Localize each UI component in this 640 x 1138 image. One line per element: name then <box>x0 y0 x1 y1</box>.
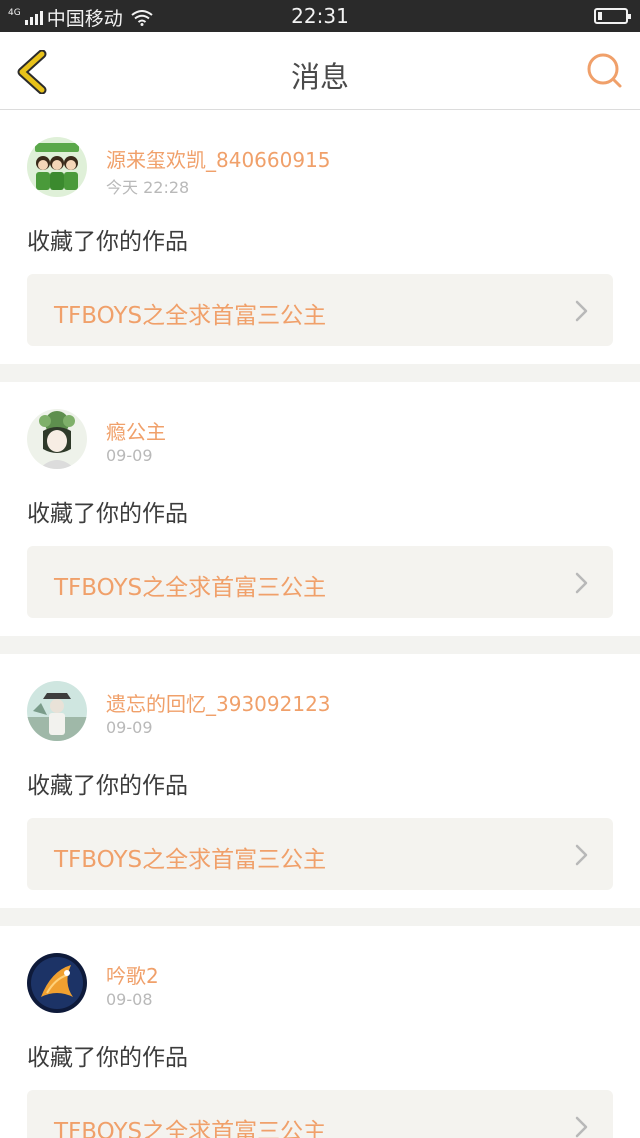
work-link[interactable]: TFBOYS之全求首富三公主 <box>27 274 613 346</box>
action-text: 收藏了你的作品 <box>27 1045 188 1071</box>
avatar[interactable] <box>27 953 87 1013</box>
username[interactable]: 吟歌2 <box>106 960 159 989</box>
message-time: 今天 22:28 <box>106 178 190 197</box>
message-header: 遗忘的回忆_393092123 09-09 <box>27 654 613 756</box>
message-time: 09-09 <box>106 718 153 737</box>
chevron-right-icon <box>575 300 588 322</box>
message-list: 源来玺欢凯_840660915 今天 22:28 收藏了你的作品 TFBOYS之… <box>0 110 640 1138</box>
item-separator <box>0 364 640 382</box>
avatar[interactable] <box>27 137 87 197</box>
message-time: 09-08 <box>106 990 153 1009</box>
chevron-right-icon <box>575 1116 588 1138</box>
work-link[interactable]: TFBOYS之全求首富三公主 <box>27 1090 613 1138</box>
message-item: 瘾公主 09-09 收藏了你的作品 TFBOYS之全求首富三公主 <box>0 382 640 618</box>
message-time: 09-09 <box>106 446 153 465</box>
action-text: 收藏了你的作品 <box>27 229 188 255</box>
message-header: 源来玺欢凯_840660915 今天 22:28 <box>27 110 613 212</box>
message-header: 瘾公主 09-09 <box>27 382 613 484</box>
item-separator <box>0 636 640 654</box>
search-icon[interactable] <box>586 52 624 90</box>
page-title: 消息 <box>290 60 349 94</box>
nav-bar: 消息 <box>0 32 640 110</box>
work-link[interactable]: TFBOYS之全求首富三公主 <box>27 546 613 618</box>
avatar[interactable] <box>27 681 87 741</box>
username[interactable]: 源来玺欢凯_840660915 <box>106 144 331 173</box>
work-title: TFBOYS之全求首富三公主 <box>54 847 327 873</box>
action-text: 收藏了你的作品 <box>27 501 188 527</box>
message-item: 源来玺欢凯_840660915 今天 22:28 收藏了你的作品 TFBOYS之… <box>0 110 640 346</box>
item-separator <box>0 908 640 926</box>
username[interactable]: 遗忘的回忆_393092123 <box>106 688 331 717</box>
work-title: TFBOYS之全求首富三公主 <box>54 1119 327 1138</box>
username[interactable]: 瘾公主 <box>106 416 166 445</box>
chevron-right-icon <box>575 572 588 594</box>
message-header: 吟歌2 09-08 <box>27 926 613 1028</box>
battery-icon <box>594 8 631 24</box>
message-item: 遗忘的回忆_393092123 09-09 收藏了你的作品 TFBOYS之全求首… <box>0 654 640 890</box>
status-bar: 4G 中国移动 22:31 <box>0 0 640 32</box>
avatar[interactable] <box>27 409 87 469</box>
work-link[interactable]: TFBOYS之全求首富三公主 <box>27 818 613 890</box>
status-time: 22:31 <box>291 4 349 28</box>
action-text: 收藏了你的作品 <box>27 773 188 799</box>
chevron-right-icon <box>575 844 588 866</box>
message-item: 吟歌2 09-08 收藏了你的作品 TFBOYS之全求首富三公主 <box>0 926 640 1138</box>
work-title: TFBOYS之全求首富三公主 <box>54 575 327 601</box>
work-title: TFBOYS之全求首富三公主 <box>54 303 327 329</box>
